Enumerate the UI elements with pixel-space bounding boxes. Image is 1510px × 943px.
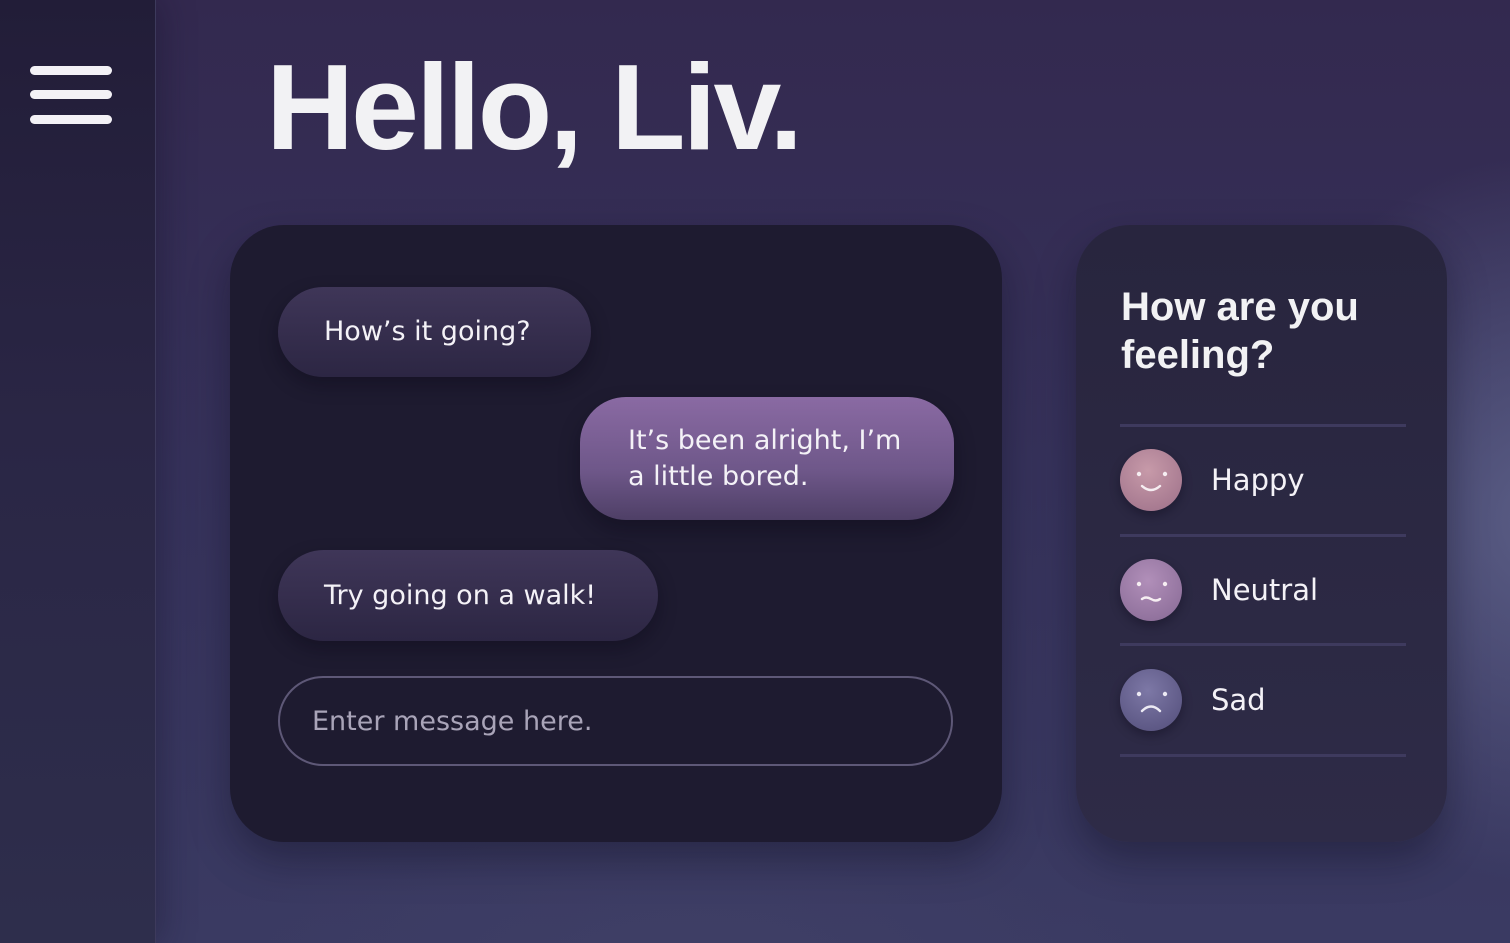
menu-line <box>30 66 112 75</box>
chat-panel: How’s it going? It’s been alright, I’m a… <box>230 225 1002 842</box>
divider <box>1120 754 1406 757</box>
chat-message-bot: How’s it going? <box>278 287 591 377</box>
mood-title: How are you feeling? <box>1121 285 1359 377</box>
mood-panel: How are you feeling? Happy Neutral Sad <box>1076 225 1447 842</box>
divider <box>1120 534 1406 537</box>
page-title: Hello, Liv. <box>266 39 803 175</box>
chat-message-text: It’s been alright, I’m a little bored. <box>628 424 902 492</box>
chat-message-text: How’s it going? <box>324 316 531 347</box>
menu-line <box>30 90 112 99</box>
sidebar <box>0 0 156 943</box>
mood-option-happy[interactable]: Happy <box>1120 448 1406 512</box>
mood-option-label: Sad <box>1211 683 1266 717</box>
message-input[interactable] <box>278 676 953 766</box>
mood-option-neutral[interactable]: Neutral <box>1120 558 1406 622</box>
mood-option-sad[interactable]: Sad <box>1120 668 1406 732</box>
menu-line <box>30 115 112 124</box>
chat-message-bot: Try going on a walk! <box>278 550 658 641</box>
divider <box>1120 424 1406 427</box>
neutral-face-icon <box>1120 559 1182 621</box>
chat-message-text: Try going on a walk! <box>324 579 597 611</box>
sad-face-icon <box>1120 669 1182 731</box>
divider <box>1120 643 1406 646</box>
mood-option-label: Happy <box>1211 463 1305 497</box>
mood-option-label: Neutral <box>1211 573 1319 607</box>
menu-icon[interactable] <box>30 66 112 128</box>
chat-message-user: It’s been alright, I’m a little bored. <box>580 397 954 520</box>
happy-face-icon <box>1120 449 1182 511</box>
